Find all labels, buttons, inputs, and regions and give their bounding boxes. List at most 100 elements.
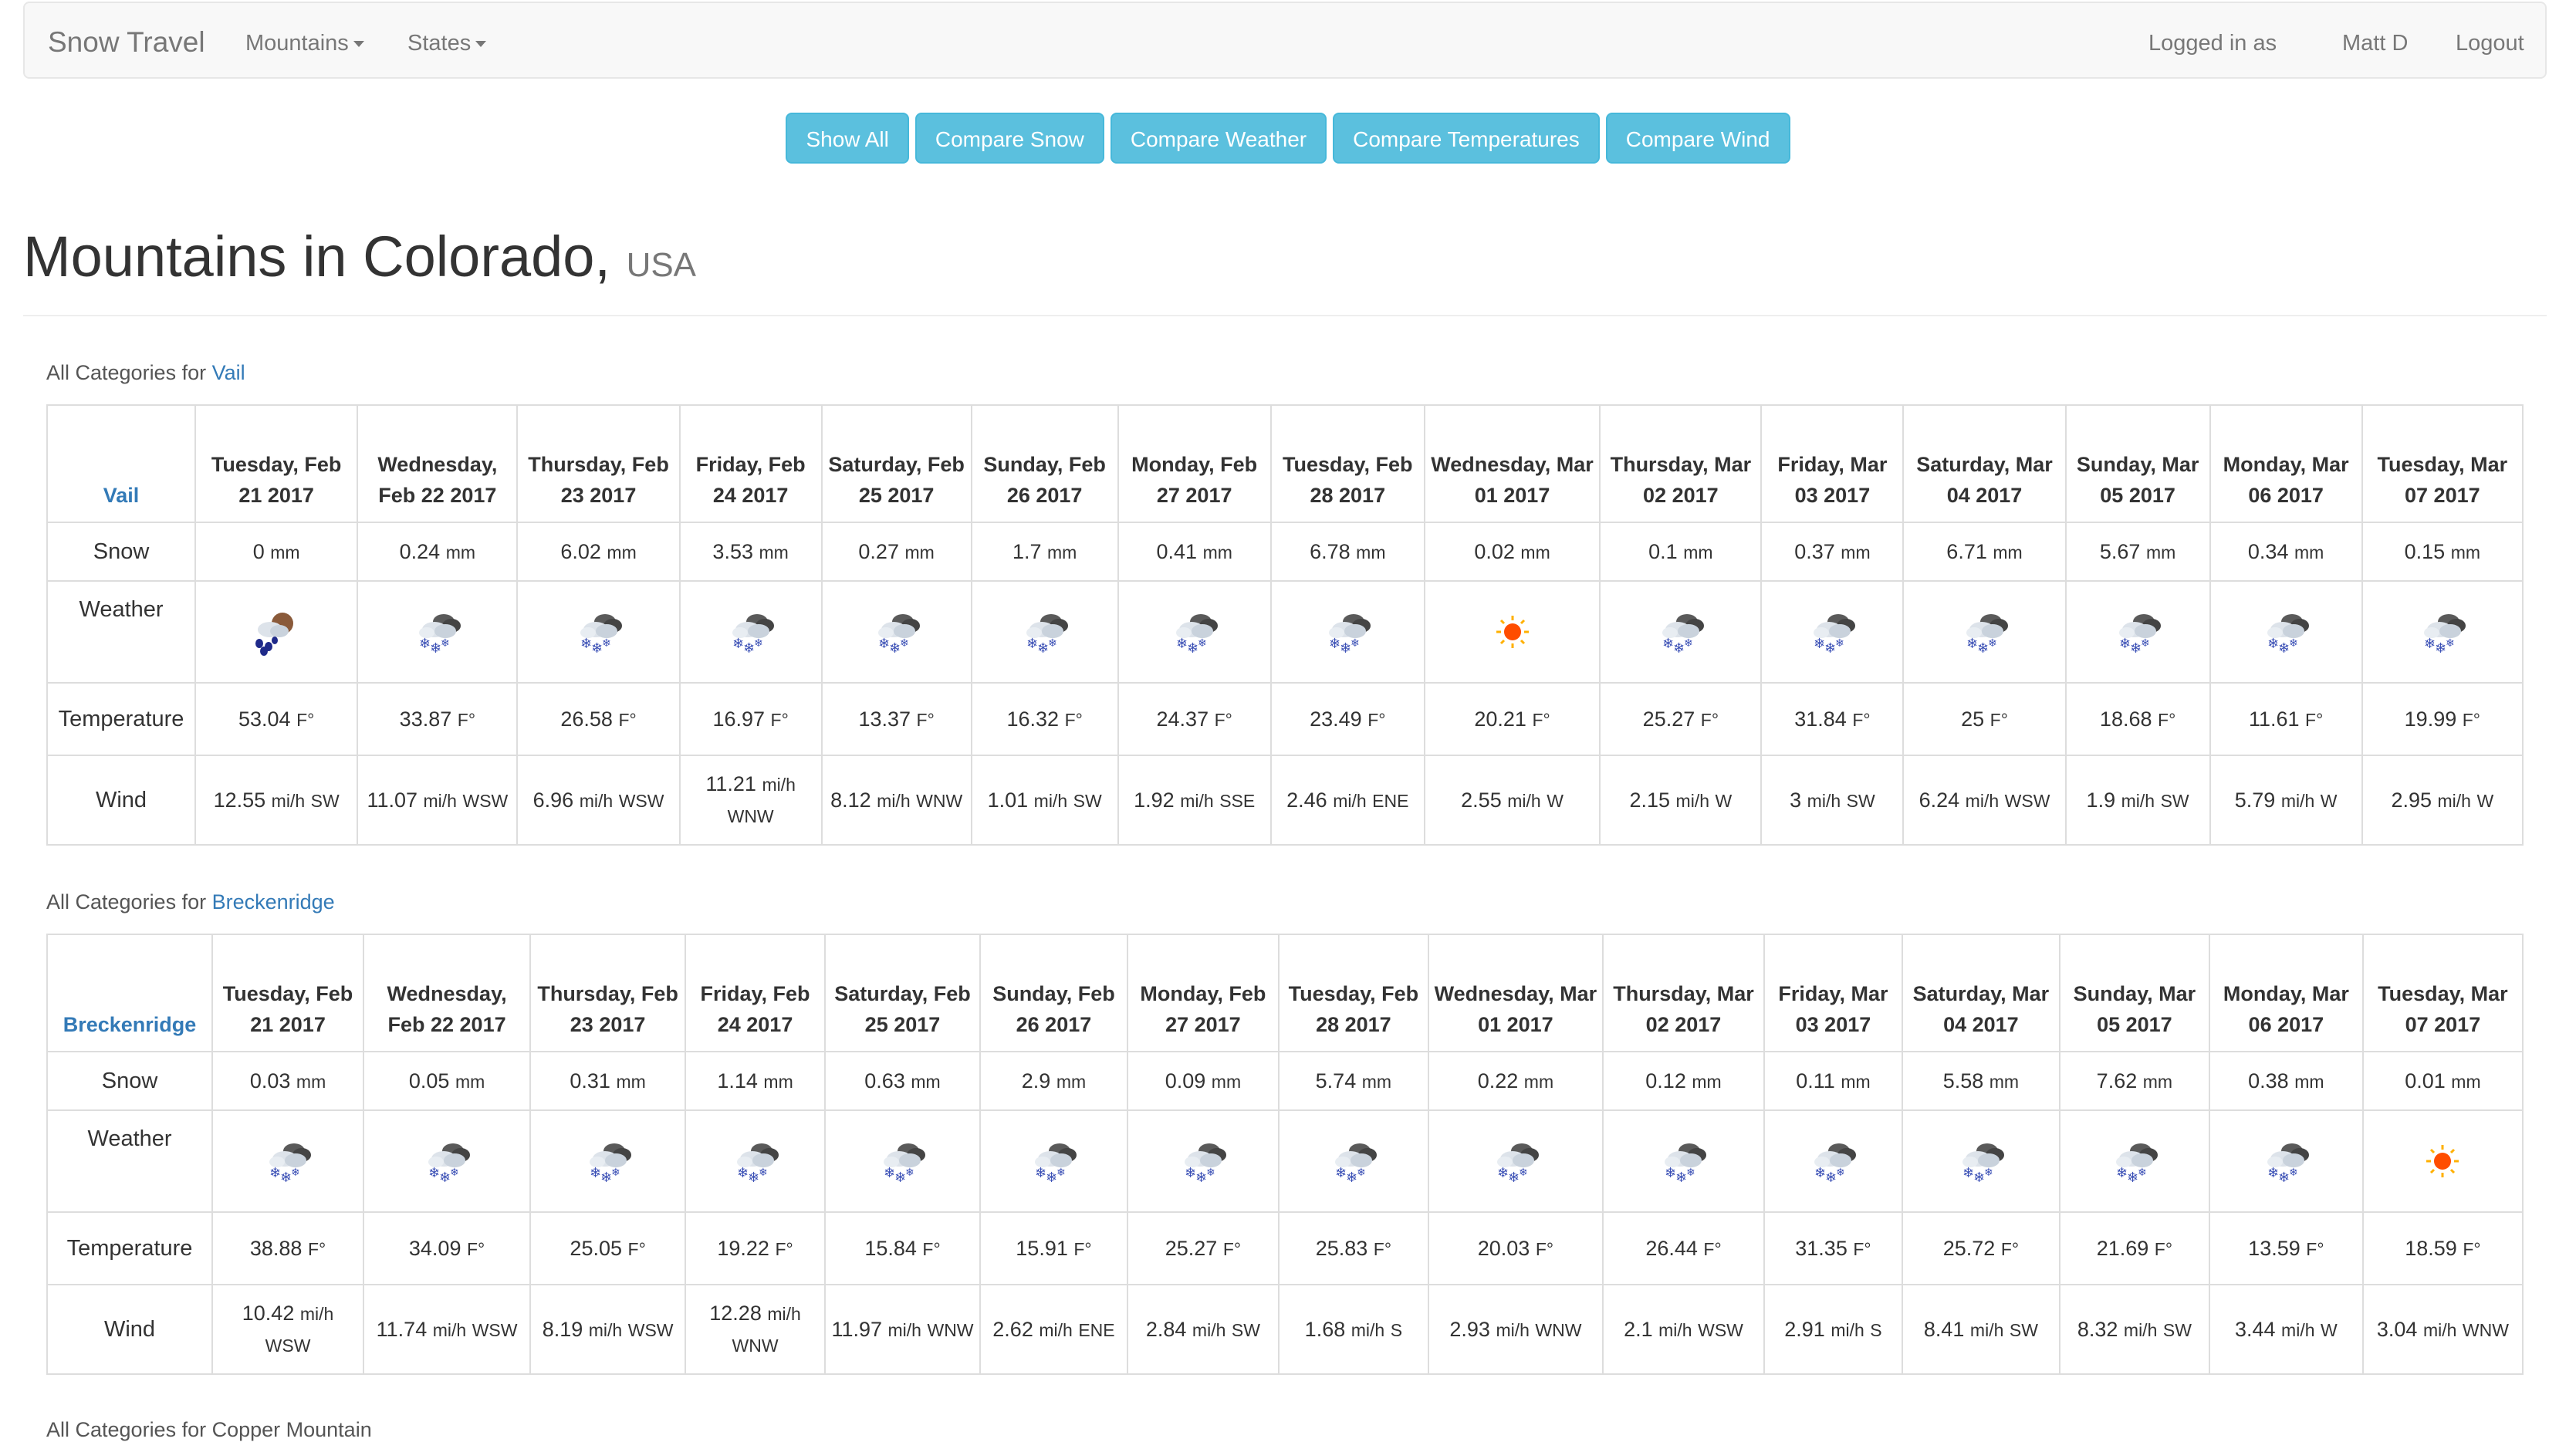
compare-snow-button[interactable]: Compare Snow: [914, 113, 1104, 164]
snow-cell-unit: mm: [1692, 1071, 1722, 1092]
snow-cell-value: 0.03: [249, 1069, 291, 1092]
wind-direction: ENE: [1372, 790, 1409, 811]
caret-down-icon: [475, 41, 487, 48]
temp-cell-value: 24.37: [1156, 707, 1209, 731]
snow-cloud-icon: [2267, 1143, 2310, 1186]
snow-cell-value: 0.05: [408, 1069, 450, 1092]
weather-cell: [820, 580, 972, 684]
temp-cell: 20.21 F°: [1423, 682, 1601, 756]
weather-cell: [1427, 1109, 1604, 1213]
snow-cell-value: 0.63: [864, 1069, 905, 1092]
snow-cloud-icon: [428, 1143, 471, 1186]
compare-temperatures-button[interactable]: Compare Temperatures: [1333, 113, 1600, 164]
temp-cell-value: 13.59: [2248, 1236, 2300, 1260]
wind-cell: 8.32 mi/h SW: [2058, 1284, 2210, 1375]
wind-cell: 10.42 mi/h WSW: [211, 1284, 365, 1375]
snow-cell-value: 0.31: [570, 1069, 610, 1092]
snow-cell: 7.62 mm: [2058, 1051, 2210, 1111]
navbar: Snow Travel Mountains States Logged in a…: [23, 2, 2547, 79]
snow-cell-value: 3.53: [712, 539, 753, 563]
wind-unit: mi/h: [877, 790, 911, 811]
mountain-header-link[interactable]: Vail: [103, 484, 140, 507]
snow-cell-value: 1.7: [1012, 539, 1042, 563]
compare-weather-button[interactable]: Compare Weather: [1110, 113, 1327, 164]
sun-icon: [1495, 614, 1530, 650]
wind-speed: 3.44: [2234, 1317, 2276, 1341]
snow-cell-unit: mm: [616, 1071, 646, 1092]
snow-cell-unit: mm: [1683, 542, 1713, 562]
states-dropdown[interactable]: States: [407, 31, 487, 56]
snow-cell: 0.1 mm: [1599, 522, 1763, 582]
day-header: Sunday, Mar 05 2017: [2064, 404, 2211, 523]
temp-cell: 26.58 F°: [516, 682, 681, 756]
wind-unit: mi/h: [299, 1304, 334, 1324]
weather-cell: [194, 580, 359, 684]
temp-cell-unit: F°: [1989, 709, 2008, 730]
wind-speed: 6.96: [532, 788, 574, 812]
snow-cell-unit: mm: [911, 1071, 941, 1092]
wind-unit: mi/h: [2121, 790, 2155, 811]
wind-unit: mi/h: [579, 790, 614, 811]
page-title: Mountains in Colorado, USA: [23, 224, 696, 289]
snow-cell: 6.71 mm: [1902, 522, 2067, 582]
temp-cell-unit: F°: [2462, 709, 2480, 730]
logout-link[interactable]: Logout: [2456, 31, 2524, 56]
wind-unit: mi/h: [2281, 1319, 2315, 1340]
weather-cell: [1902, 580, 2067, 684]
snow-cloud-icon: [589, 1143, 631, 1186]
row-label-weather: Weather: [46, 1109, 214, 1213]
temp-cell-unit: F°: [457, 709, 476, 730]
temp-cell-unit: F°: [770, 709, 789, 730]
snow-cell-value: 0.38: [2248, 1069, 2289, 1092]
row-label-temperature: Temperature: [46, 682, 197, 756]
day-header: Thursday, Feb 23 2017: [529, 934, 687, 1052]
wind-direction: WSW: [627, 1319, 674, 1340]
snow-cell-unit: mm: [2142, 1071, 2173, 1092]
temp-cell-unit: F°: [1535, 1238, 1554, 1259]
brand-link[interactable]: Snow Travel: [48, 26, 205, 59]
temp-cell-unit: F°: [618, 709, 637, 730]
snow-cell-unit: mm: [1356, 542, 1386, 562]
wind-speed: 8.12: [830, 788, 871, 812]
temp-cell-value: 15.84: [864, 1236, 917, 1260]
snow-cell: 0.41 mm: [1117, 522, 1272, 582]
wind-direction: W: [2476, 790, 2494, 811]
weather-cell: [1277, 1109, 1429, 1213]
caret-down-icon: [353, 41, 364, 48]
snow-cell: 0.63 mm: [823, 1051, 981, 1111]
snow-cell-value: 0: [252, 539, 265, 563]
wind-unit: mi/h: [1333, 790, 1367, 811]
temp-cell-value: 19.22: [717, 1236, 769, 1260]
mountain-link[interactable]: Vail: [212, 361, 245, 384]
temp-cell-unit: F°: [2463, 1238, 2481, 1259]
mountain-header-link[interactable]: Breckenridge: [63, 1013, 197, 1036]
weather-cell: [685, 1109, 826, 1213]
mountains-dropdown-label: Mountains: [245, 31, 349, 56]
show-all-button[interactable]: Show All: [786, 113, 909, 164]
wind-speed: 11.21: [705, 772, 756, 795]
temp-cell: 26.44 F°: [1601, 1211, 1766, 1285]
mountains-dropdown[interactable]: Mountains: [245, 31, 364, 56]
user-name[interactable]: Matt D: [2342, 31, 2408, 56]
snow-cell-value: 5.74: [1315, 1069, 1357, 1092]
wind-unit: mi/h: [2422, 1319, 2457, 1340]
temp-cell-value: 25.83: [1315, 1236, 1368, 1260]
compare-wind-button[interactable]: Compare Wind: [1605, 113, 1790, 164]
snow-cloud-icon: [269, 1143, 312, 1186]
wind-cell: 2.1 mi/h WSW: [1601, 1284, 1766, 1375]
day-header: Friday, Feb 24 2017: [678, 404, 823, 523]
wind-cell: 6.96 mi/h WSW: [516, 755, 681, 846]
temp-cell-unit: F°: [466, 1238, 485, 1259]
wind-cell: 2.15 mi/h W: [1599, 755, 1763, 846]
wind-speed: 2.93: [1449, 1317, 1490, 1341]
snow-cloud-icon: [736, 1143, 779, 1186]
wind-cell: 3 mi/h SW: [1760, 755, 1905, 846]
snow-cell-value: 6.71: [1946, 539, 1987, 563]
snow-cloud-icon: [1962, 1143, 2004, 1186]
wind-direction: WNW: [1535, 1319, 1582, 1340]
wind-unit: mi/h: [1033, 790, 1068, 811]
wind-direction: SW: [1073, 790, 1102, 811]
temp-cell: 31.35 F°: [1763, 1211, 1903, 1285]
day-header: Friday, Feb 24 2017: [685, 934, 826, 1052]
mountain-link[interactable]: Breckenridge: [212, 890, 335, 913]
